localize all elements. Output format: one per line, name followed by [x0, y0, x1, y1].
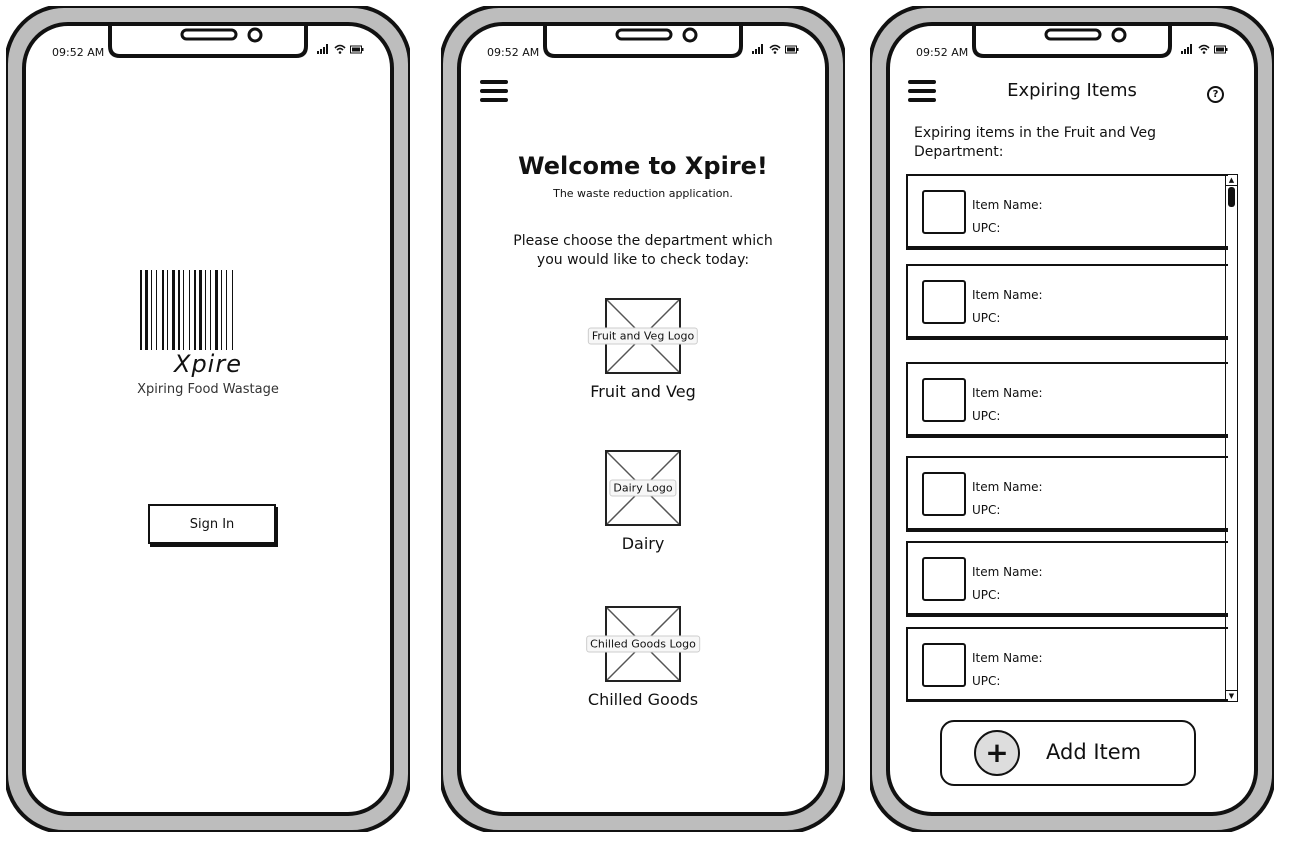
- status-time: 09:52 AM: [52, 46, 105, 59]
- status-time: 09:52 AM: [916, 46, 969, 59]
- wifi-icon: [334, 44, 346, 54]
- wifi-icon: [1198, 44, 1210, 54]
- department-fruit-veg[interactable]: Fruit and Veg Logo Fruit and Veg: [465, 298, 821, 401]
- status-icons: [752, 44, 799, 54]
- signal-icon: [317, 44, 328, 54]
- screen: 09:52 AM Expiring Items ? Expiring items…: [894, 32, 1250, 814]
- status-time: 09:52 AM: [487, 46, 540, 59]
- list-item[interactable]: Item Name: UPC:: [906, 627, 1228, 701]
- item-upc-label: UPC:: [972, 588, 1001, 602]
- scroll-down-icon[interactable]: ▼: [1226, 690, 1237, 701]
- item-name-label: Item Name:: [972, 651, 1043, 665]
- item-upc-label: UPC:: [972, 503, 1001, 517]
- department-dairy[interactable]: Dairy Logo Dairy: [465, 450, 821, 553]
- signal-icon: [752, 44, 763, 54]
- status-icons: [1181, 44, 1228, 54]
- department-logo-placeholder: Dairy Logo: [605, 450, 681, 526]
- page-title: Expiring Items: [1007, 80, 1137, 101]
- department-name: Chilled Goods: [587, 690, 699, 709]
- item-name-label: Item Name:: [972, 386, 1043, 400]
- menu-icon[interactable]: [480, 80, 508, 107]
- battery-icon: [350, 45, 364, 53]
- list-scrollbar[interactable]: ▲ ▼: [1225, 174, 1238, 702]
- item-thumbnail: [922, 472, 966, 516]
- list-item[interactable]: Item Name: UPC:: [906, 264, 1228, 338]
- battery-icon: [1214, 45, 1228, 53]
- barcode-icon: [140, 270, 233, 350]
- item-name-label: Item Name:: [972, 480, 1043, 494]
- item-upc-label: UPC:: [972, 311, 1001, 325]
- item-thumbnail: [922, 280, 966, 324]
- item-name-label: Item Name:: [972, 198, 1043, 212]
- scrollbar-thumb[interactable]: [1228, 187, 1235, 207]
- department-name: Dairy: [621, 534, 665, 553]
- plus-icon: +: [974, 730, 1020, 776]
- item-thumbnail: [922, 557, 966, 601]
- department-logo-placeholder: Chilled Goods Logo: [586, 606, 700, 682]
- item-thumbnail: [922, 190, 966, 234]
- add-item-button[interactable]: + Add Item: [940, 720, 1196, 786]
- xpire-logo: [30, 270, 386, 352]
- item-upc-label: UPC:: [972, 674, 1001, 688]
- battery-icon: [785, 45, 799, 53]
- phone-sign-in: 09:52 AM Xpire Xpiring Food Wastage Sign…: [6, 6, 410, 832]
- department-logo-label: Dairy Logo: [609, 479, 677, 497]
- brand-tagline: Xpiring Food Wastage: [137, 382, 279, 397]
- brand-name: Xpire: [174, 350, 242, 378]
- department-chilled-goods[interactable]: Chilled Goods Logo Chilled Goods: [465, 606, 821, 709]
- list-item[interactable]: Item Name: UPC:: [906, 456, 1228, 530]
- department-name: Fruit and Veg: [590, 382, 696, 401]
- screen: 09:52 AM Welcome to Xpire! The waste red…: [465, 32, 821, 814]
- department-prompt: Please choose the department which you w…: [513, 233, 773, 268]
- list-item[interactable]: Item Name: UPC:: [906, 541, 1228, 615]
- item-upc-label: UPC:: [972, 409, 1001, 423]
- welcome-title: Welcome to Xpire!: [518, 152, 768, 180]
- list-item[interactable]: Item Name: UPC:: [906, 174, 1228, 248]
- phone-expiring-items: 09:52 AM Expiring Items ? Expiring items…: [870, 6, 1274, 832]
- item-name-label: Item Name:: [972, 565, 1043, 579]
- department-logo-label: Chilled Goods Logo: [586, 635, 700, 653]
- expiring-heading: Expiring items in the Fruit and Veg Depa…: [914, 125, 1157, 160]
- phone-departments: 09:52 AM Welcome to Xpire! The waste red…: [441, 6, 845, 832]
- signal-icon: [1181, 44, 1192, 54]
- add-item-label: Add Item: [1046, 740, 1142, 764]
- item-name-label: Item Name:: [972, 288, 1043, 302]
- welcome-subtitle: The waste reduction application.: [553, 187, 733, 200]
- item-thumbnail: [922, 378, 966, 422]
- scroll-up-icon[interactable]: ▲: [1226, 175, 1237, 186]
- wifi-icon: [769, 44, 781, 54]
- status-icons: [317, 44, 364, 54]
- item-upc-label: UPC:: [972, 221, 1001, 235]
- item-thumbnail: [922, 643, 966, 687]
- help-icon[interactable]: ?: [1207, 86, 1224, 103]
- sign-in-button[interactable]: Sign In: [148, 504, 276, 544]
- expiring-items-list: Item Name: UPC: Item Name: UPC: Item Nam…: [906, 174, 1228, 702]
- screen: 09:52 AM Xpire Xpiring Food Wastage Sign…: [30, 32, 386, 814]
- list-item[interactable]: Item Name: UPC:: [906, 362, 1228, 436]
- department-logo-label: Fruit and Veg Logo: [587, 327, 699, 345]
- department-logo-placeholder: Fruit and Veg Logo: [587, 298, 699, 374]
